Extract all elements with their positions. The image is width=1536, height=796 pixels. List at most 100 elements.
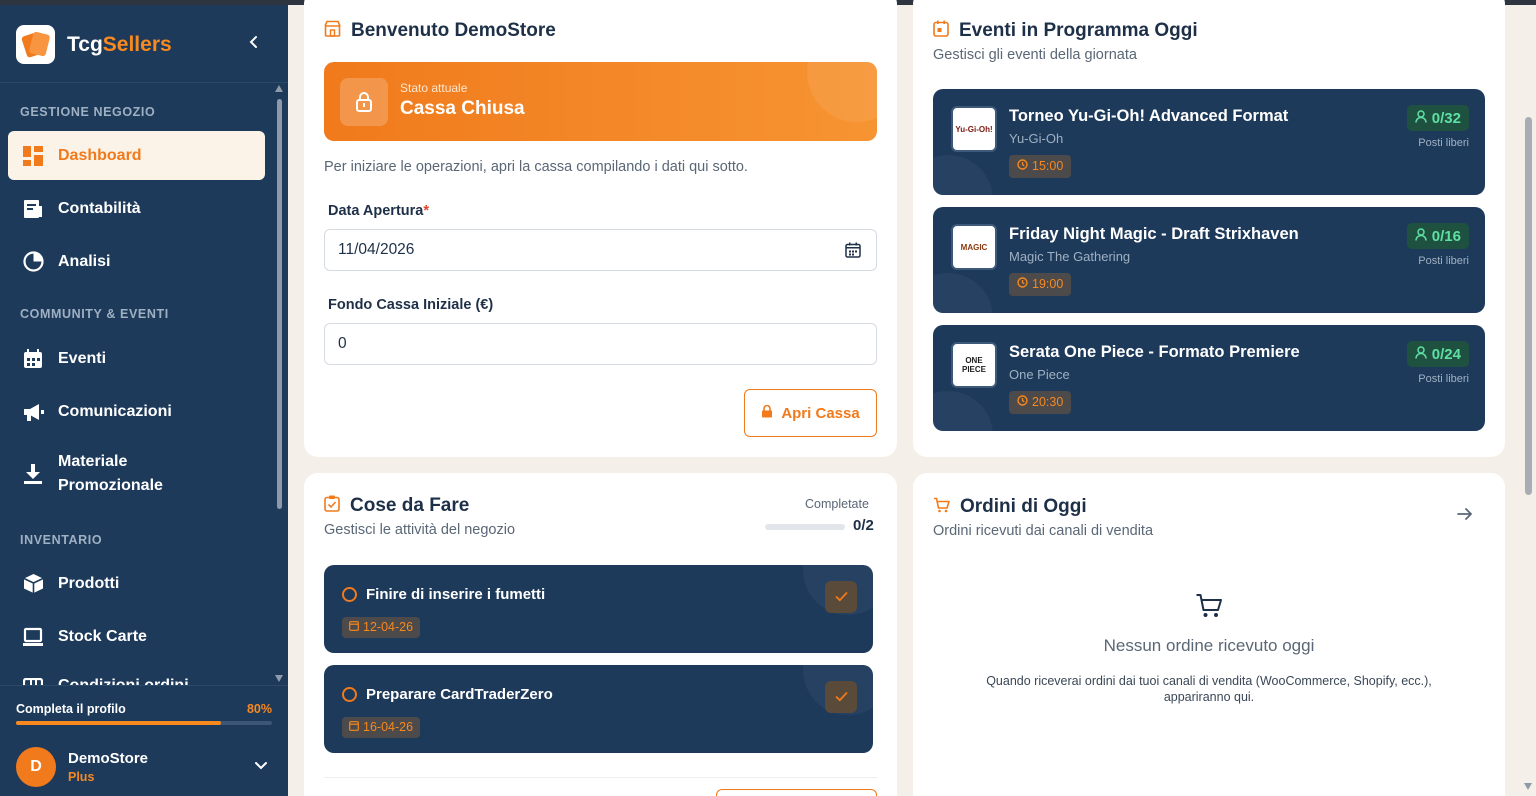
task-status-circle[interactable] (342, 587, 357, 602)
event-title: Friday Night Magic - Draft Strixhaven (1009, 225, 1299, 243)
event-free-label: Posti liberi (1418, 137, 1469, 149)
scroll-up-arrow-icon[interactable] (275, 85, 283, 92)
lock-icon (340, 78, 388, 126)
sidebar-item-label: Eventi (58, 349, 107, 367)
brand[interactable]: TcgSellers (16, 25, 172, 64)
event-card[interactable]: Yu-Gi-Oh! Torneo Yu-Gi-Oh! Advanced Form… (933, 89, 1485, 195)
event-time-badge: 20:30 (1009, 391, 1072, 414)
cart-icon (933, 497, 950, 518)
calendar-picker-icon[interactable] (845, 242, 861, 263)
avatar[interactable]: D (16, 747, 56, 787)
event-time-badge: 15:00 (1009, 155, 1072, 178)
sidebar-item-dashboard[interactable]: Dashboard (8, 131, 265, 180)
event-logo: Yu-Gi-Oh! (951, 106, 997, 152)
event-title: Torneo Yu-Gi-Oh! Advanced Format (1009, 107, 1289, 125)
fund-label: Fondo Cassa Iniziale (€) (328, 297, 494, 313)
complete-task-button[interactable] (825, 581, 857, 613)
event-title: Serata One Piece - Formato Premiere (1009, 343, 1300, 361)
sidebar-item-stock-carte[interactable]: Stock Carte (8, 612, 265, 661)
brand-name: TcgSellers (67, 32, 172, 56)
megaphone-icon (22, 401, 44, 423)
todo-divider (324, 777, 877, 778)
sidebar-item-eventi[interactable]: Eventi (8, 334, 265, 383)
section-community-eventi: COMMUNITY & EVENTI (20, 307, 169, 321)
sidebar-item-comunicazioni[interactable]: Comunicazioni (8, 387, 265, 436)
status-label: Stato attuale (400, 81, 468, 95)
user-plan: Plus (68, 770, 95, 784)
calendar-icon (349, 617, 359, 638)
store-icon (324, 20, 341, 42)
event-card[interactable]: MAGIC Friday Night Magic - Draft Strixha… (933, 207, 1485, 313)
events-card: Eventi in Programma Oggi Gestisci gli ev… (913, 0, 1505, 457)
scroll-down-arrow-icon[interactable] (1524, 783, 1532, 790)
cash-status-banner: Stato attuale Cassa Chiusa (324, 62, 877, 141)
open-cash-button[interactable]: Apri Cassa (744, 389, 877, 437)
clock-icon (1017, 391, 1028, 414)
task-title: Preparare CardTraderZero (366, 686, 553, 703)
user-icon (1415, 345, 1427, 363)
profile-completion-label: Completa il profilo (16, 702, 126, 716)
task-date-badge: 12-04-26 (342, 617, 421, 638)
sidebar-item-label: Materiale Promozionale (58, 453, 163, 494)
scroll-thumb[interactable] (1525, 117, 1532, 495)
sidebar-item-label: Dashboard (58, 146, 142, 164)
pie-chart-icon (22, 251, 44, 273)
scroll-thumb[interactable] (277, 99, 282, 509)
checklist-icon (324, 495, 340, 517)
sidebar-scrollbar[interactable] (275, 85, 284, 685)
add-task-button[interactable] (716, 789, 877, 796)
empty-orders-description: Quando riceverai ordini dai tuoi canali … (986, 674, 1432, 704)
calendar-icon (22, 348, 44, 370)
task-status-circle[interactable] (342, 687, 357, 702)
event-game: Yu-Gi-Oh (1009, 131, 1064, 146)
empty-orders-title: Nessun ordine ricevuto oggi (1103, 636, 1315, 655)
grid-icon (22, 677, 44, 685)
complete-task-button[interactable] (825, 681, 857, 713)
download-icon (22, 463, 44, 485)
dashboard-icon (22, 145, 44, 167)
page-scrollbar[interactable] (1521, 5, 1536, 796)
laptop-icon (22, 626, 44, 648)
chevron-down-icon[interactable] (254, 758, 268, 775)
completed-label: Completate (805, 497, 869, 511)
sidebar-item-materiale-promozionale[interactable]: Materiale Promozionale (8, 442, 265, 506)
todo-progress-bar (765, 524, 845, 530)
events-subtitle: Gestisci gli eventi della giornata (933, 47, 1137, 63)
completed-count: 0/2 (853, 517, 874, 534)
scroll-down-arrow-icon[interactable] (275, 675, 283, 682)
task-item[interactable]: Finire di inserire i fumetti 12-04-26 (324, 565, 873, 653)
sidebar-item-label: Analisi (58, 252, 111, 270)
ledger-icon (22, 198, 44, 220)
todo-card: Cose da Fare Gestisci le attività del ne… (304, 473, 897, 796)
event-card[interactable]: ONE PIECE Serata One Piece - Formato Pre… (933, 325, 1485, 431)
fund-field[interactable] (324, 323, 877, 365)
sidebar-item-prodotti[interactable]: Prodotti (8, 559, 265, 608)
arrow-right-icon[interactable] (1457, 505, 1473, 526)
status-value: Cassa Chiusa (400, 98, 525, 119)
task-date-badge: 16-04-26 (342, 717, 421, 738)
task-item[interactable]: Preparare CardTraderZero 16-04-26 (324, 665, 873, 753)
date-field[interactable] (324, 229, 877, 271)
clock-icon (1017, 155, 1028, 178)
open-cash-hint: Per iniziare le operazioni, apri la cass… (324, 159, 748, 175)
event-seats-badge: 0/24 (1406, 341, 1469, 367)
profile-progress-fill (16, 721, 221, 725)
user-icon (1415, 227, 1427, 245)
sidebar-item-label: Contabilità (58, 199, 141, 217)
sidebar-item-label: Comunicazioni (58, 402, 172, 420)
sidebar-divider (0, 82, 288, 83)
sidebar-item-partial[interactable]: Condizioni ordini (8, 665, 265, 685)
section-gestione-negozio: GESTIONE NEGOZIO (20, 105, 156, 119)
user-name[interactable]: DemoStore (68, 750, 148, 767)
sidebar-item-analisi[interactable]: Analisi (8, 237, 265, 286)
sidebar-item-contabilita[interactable]: Contabilità (8, 184, 265, 233)
task-title: Finire di inserire i fumetti (366, 586, 546, 603)
orders-title: Ordini di Oggi (933, 496, 1087, 518)
event-game: One Piece (1009, 367, 1070, 382)
lock-icon (761, 404, 773, 422)
user-icon (1415, 109, 1427, 127)
profile-panel: Completa il profilo 80% D DemoStore Plus (0, 685, 288, 796)
event-game: Magic The Gathering (1009, 249, 1131, 264)
collapse-sidebar-icon[interactable] (244, 33, 264, 53)
sidebar-item-label: Condizioni ordini (58, 677, 189, 685)
